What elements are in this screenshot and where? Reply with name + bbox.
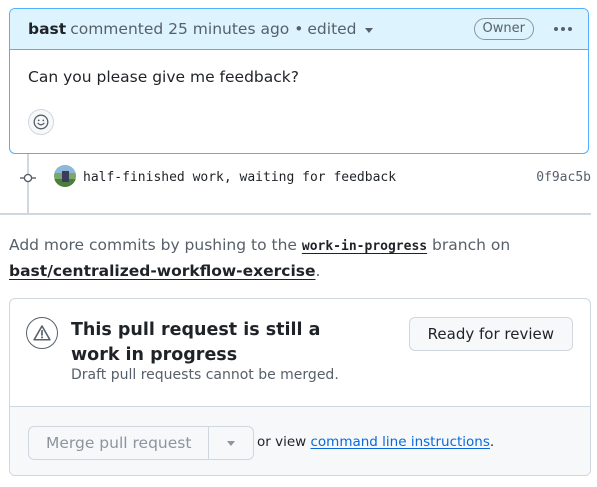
comment-box: bast commented 25 minutes ago • edited O… bbox=[9, 8, 589, 154]
info-prefix: Add more commits by pushing to the bbox=[9, 236, 297, 254]
divider bbox=[0, 213, 591, 215]
or-view-text: or view command line instructions. bbox=[257, 434, 494, 450]
merge-options-dropdown[interactable] bbox=[209, 426, 255, 460]
comment-body: Can you please give me feedback? bbox=[28, 68, 299, 86]
comment-action: commented 25 minutes ago • bbox=[70, 20, 303, 38]
or-view-period: . bbox=[489, 434, 495, 450]
draft-status: This pull request is still a work in pro… bbox=[10, 299, 590, 407]
info-suffix: . bbox=[315, 262, 321, 280]
branch-name[interactable]: work-in-progress bbox=[302, 239, 427, 254]
commit-sha[interactable]: 0f9ac5b bbox=[536, 170, 591, 185]
comment-time[interactable]: 25 minutes ago bbox=[168, 20, 289, 38]
command-line-instructions-link[interactable]: command line instructions bbox=[311, 434, 490, 450]
or-view-label: or view bbox=[257, 434, 307, 450]
git-commit-icon bbox=[20, 173, 36, 183]
alert-icon bbox=[26, 317, 58, 349]
edited-label: edited bbox=[307, 20, 357, 38]
edited-dropdown[interactable]: edited bbox=[307, 20, 373, 38]
merge-actions: Merge pull request or view command line … bbox=[10, 407, 590, 475]
comment-separator: • bbox=[294, 20, 304, 38]
draft-title: This pull request is still a work in pro… bbox=[71, 320, 321, 365]
add-reaction-button[interactable] bbox=[28, 109, 54, 135]
comment-header: bast commented 25 minutes ago • edited O… bbox=[10, 9, 588, 50]
kebab-horizontal-icon[interactable] bbox=[550, 23, 576, 35]
ready-for-review-button[interactable]: Ready for review bbox=[408, 317, 573, 351]
triangle-down-icon bbox=[364, 28, 373, 33]
repo-link[interactable]: bast/centralized-workflow-exercise bbox=[9, 262, 316, 280]
smiley-icon bbox=[33, 114, 49, 130]
draft-subtitle: Draft pull requests cannot be merged. bbox=[71, 367, 339, 383]
merge-pull-request-button[interactable]: Merge pull request bbox=[28, 426, 210, 460]
triangle-down-icon bbox=[227, 440, 236, 446]
info-middle: branch on bbox=[432, 236, 511, 254]
comment-author[interactable]: bast bbox=[28, 20, 66, 38]
merge-box: This pull request is still a work in pro… bbox=[9, 298, 591, 476]
push-info-text: Add more commits by pushing to the work-… bbox=[9, 233, 589, 283]
comment-action-label: commented bbox=[70, 20, 164, 38]
owner-badge: Owner bbox=[473, 18, 534, 40]
avatar[interactable] bbox=[54, 165, 76, 187]
merge-button-group: Merge pull request bbox=[28, 426, 255, 460]
commit-message[interactable]: half-finished work, waiting for feedback bbox=[83, 170, 396, 185]
avatar-image bbox=[54, 165, 76, 187]
